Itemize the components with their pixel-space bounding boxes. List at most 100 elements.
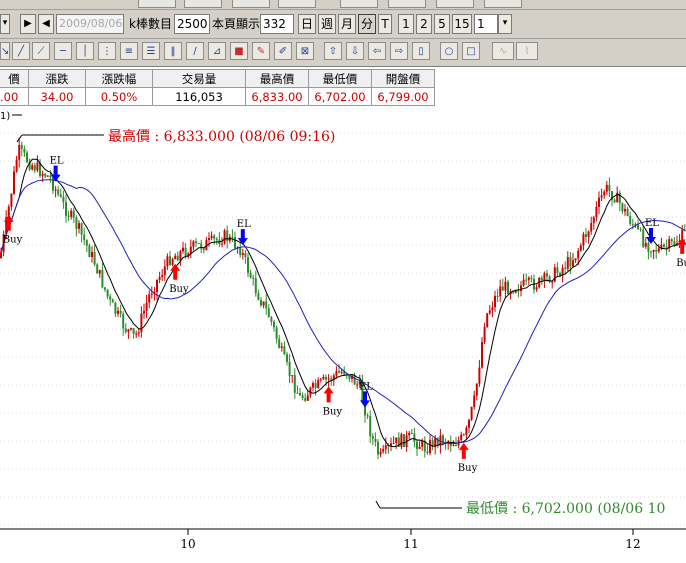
- interval-select[interactable]: 1: [474, 14, 498, 34]
- arrow-up-icon[interactable]: ⇧: [324, 42, 342, 60]
- toolbar-tab[interactable]: [278, 0, 316, 8]
- price-chart[interactable]: 1) Buy EL Buy EL Buy EL Buy EL Bu 最高價 : 6,833.00…: [0, 108, 686, 563]
- candle-body: [278, 338, 281, 348]
- candle-body: [379, 451, 382, 455]
- candle-body: [517, 290, 520, 292]
- candle-body: [473, 395, 476, 408]
- toolbar-tab[interactable]: [388, 0, 426, 8]
- interval-2-button[interactable]: 2: [416, 14, 432, 34]
- color-box-icon[interactable]: ■: [230, 42, 248, 60]
- candle-body: [306, 395, 309, 401]
- candle-body: [54, 189, 57, 191]
- candle-body: [41, 173, 44, 176]
- candle-body: [62, 196, 65, 202]
- arrow-right-icon[interactable]: ⇨: [390, 42, 408, 60]
- eraser-icon[interactable]: ✎: [252, 42, 270, 60]
- candle-body: [270, 317, 273, 322]
- arrow-down-icon[interactable]: ⇩: [346, 42, 364, 60]
- x-tick-label: 11: [403, 537, 418, 551]
- grid-lines-icon[interactable]: ☰: [142, 42, 160, 60]
- candle-body: [496, 295, 499, 297]
- dropdown-left-button[interactable]: ▾: [0, 14, 10, 34]
- delete-drawing-icon[interactable]: ⊠: [296, 42, 314, 60]
- fibonacci-icon[interactable]: ⋮: [98, 42, 116, 60]
- candle-body: [530, 277, 533, 279]
- candle-body: [257, 293, 260, 300]
- candle-body: [605, 184, 608, 192]
- candle-body: [223, 230, 226, 244]
- period-minute-button[interactable]: 分: [358, 14, 376, 34]
- toolbar-tab[interactable]: [184, 0, 222, 8]
- circle-tool-icon[interactable]: ○: [440, 42, 458, 60]
- interval-15-button[interactable]: 15: [452, 14, 472, 34]
- candle-body: [221, 243, 223, 245]
- period-week-button[interactable]: 週: [318, 14, 336, 34]
- channel-icon[interactable]: ≡: [120, 42, 138, 60]
- toolbar-tab[interactable]: [232, 0, 270, 8]
- fan-tool-icon[interactable]: ⟋: [32, 42, 50, 60]
- vertical-line-icon[interactable]: │: [76, 42, 94, 60]
- candle-body: [400, 434, 403, 447]
- candle-body: [335, 371, 338, 376]
- toolbar-tab[interactable]: [340, 0, 378, 8]
- toolbar-tab[interactable]: [436, 0, 474, 8]
- candle-body: [247, 257, 249, 273]
- signal-label: Buy: [3, 235, 23, 246]
- candle-body: [296, 392, 299, 394]
- candle-body: [603, 191, 606, 196]
- candle-body: [169, 256, 171, 265]
- candle-body: [179, 251, 182, 261]
- period-day-button[interactable]: 日: [298, 14, 316, 34]
- arrow-left-icon[interactable]: ⇦: [368, 42, 386, 60]
- ruler-icon[interactable]: ⊿: [208, 42, 226, 60]
- rectangle-tool-icon[interactable]: □: [462, 42, 480, 60]
- col-header-change: 漲跌: [28, 69, 86, 88]
- candle-body: [254, 278, 257, 294]
- k-count-input[interactable]: 2500: [174, 14, 210, 34]
- page-show-input[interactable]: 332: [260, 14, 294, 34]
- candle-body: [608, 184, 611, 192]
- time-zone-icon[interactable]: ‖: [164, 42, 182, 60]
- horizontal-line-icon[interactable]: ─: [54, 42, 72, 60]
- note-icon[interactable]: ▯: [412, 42, 430, 60]
- candle-body: [465, 427, 468, 435]
- candle-body: [642, 229, 645, 247]
- col-header-price: 價: [0, 69, 29, 88]
- period-tick-button[interactable]: T: [378, 14, 392, 34]
- x-axis-ticks: 10 11 12: [180, 529, 641, 551]
- candle-body: [260, 299, 262, 306]
- candle-body: [57, 189, 60, 195]
- prev-arrow-button[interactable]: ◀: [38, 14, 54, 34]
- candle-body: [322, 376, 325, 380]
- interval-1-button[interactable]: 1: [398, 14, 414, 34]
- period-month-button[interactable]: 月: [338, 14, 356, 34]
- candle-body: [460, 434, 463, 441]
- edit-properties-icon[interactable]: ✐: [274, 42, 292, 60]
- candle-body: [0, 252, 2, 258]
- cell-low: 6,702.00: [308, 87, 372, 106]
- line-tool-icon[interactable]: ╱: [12, 42, 30, 60]
- interval-dropdown-button[interactable]: ▾: [498, 14, 512, 34]
- candle-body: [171, 259, 174, 265]
- toolbar-tab[interactable]: [138, 0, 176, 8]
- signal-label: Buy: [323, 406, 343, 417]
- candle-body: [637, 224, 639, 229]
- candle-body: [234, 237, 236, 249]
- candle-body: [72, 210, 75, 218]
- candle-body: [208, 238, 210, 241]
- candle-body: [382, 449, 385, 452]
- toolbar-tab[interactable]: [484, 0, 522, 8]
- candle-body: [10, 193, 13, 207]
- slow-moving-average-line: [0, 179, 686, 445]
- cursor-tool-icon[interactable]: ↘: [0, 42, 10, 60]
- candle-body: [140, 313, 143, 333]
- interval-5-button[interactable]: 5: [434, 14, 450, 34]
- candle-body: [135, 333, 138, 335]
- candle-body: [330, 378, 333, 380]
- candle-body: [377, 441, 379, 455]
- date-field[interactable]: 2009/08/06: [56, 14, 124, 34]
- signal-label: EL: [359, 381, 373, 392]
- candle-body: [525, 279, 528, 281]
- trend-pen-icon[interactable]: ∕: [186, 42, 204, 60]
- next-arrow-button[interactable]: ▶: [20, 14, 36, 34]
